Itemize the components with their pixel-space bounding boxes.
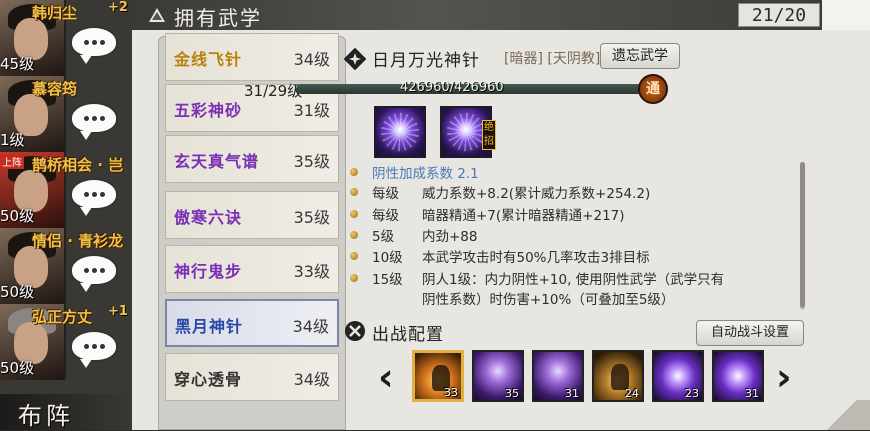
property-value: 内劲+88 — [422, 229, 478, 245]
chat-bubble-icon[interactable] — [70, 254, 118, 292]
property-value: 威力系数+8.2(累计威力系数+254.2) — [422, 186, 651, 202]
property-key: 每级 — [372, 208, 399, 224]
scroll-icon — [149, 8, 165, 22]
chat-bubble-icon[interactable] — [70, 26, 118, 64]
friend-level: 1级 — [0, 131, 25, 149]
auto-battle-settings-button[interactable]: 自动战斗设置 — [696, 320, 804, 346]
skill-count: 21/20 — [738, 3, 820, 27]
friend-item[interactable]: 情侣 · 青衫龙 50级 — [0, 228, 140, 304]
property-key: 每级 — [372, 186, 399, 202]
formation-button[interactable]: 布阵 — [0, 394, 140, 430]
slot-level: 24 — [625, 387, 639, 400]
chat-bubble-icon[interactable] — [70, 330, 118, 368]
skill-item[interactable]: 神行鬼步 33级 — [165, 245, 339, 293]
friend-item[interactable]: 慕容筠 1级 — [0, 76, 140, 152]
formation-label: 布阵 — [18, 402, 74, 430]
skill-icon[interactable] — [374, 106, 426, 158]
friend-name: 韩归尘 — [32, 4, 78, 22]
friend-item[interactable]: 韩归尘 +2 45级 — [0, 0, 140, 76]
skill-item-selected[interactable]: 黑月神针 34级 — [165, 299, 339, 347]
friend-level: 50级 — [0, 207, 35, 225]
property-value: 阴性系数）时伤害+10%（可叠加至5级） — [422, 292, 675, 308]
panel-header: 拥有武学 21/20 — [132, 0, 870, 30]
chat-bubble-icon[interactable] — [70, 178, 118, 216]
slot-level: 31 — [745, 387, 759, 400]
next-arrow-icon[interactable]: › — [776, 358, 792, 396]
friend-name: 慕容筠 — [32, 80, 78, 98]
slot-level: 31 — [565, 387, 579, 400]
page-title: 拥有武学 — [174, 6, 262, 30]
slot-level: 23 — [685, 387, 699, 400]
friend-name: 鹊桥相会 · 岂 — [32, 156, 124, 174]
chat-bubble-icon[interactable] — [70, 102, 118, 140]
property-value: 暗器精通+7(累计暗器精通+217) — [422, 208, 625, 224]
skill-level: 35级 — [293, 152, 330, 171]
skill-item[interactable]: 穿心透骨 34级 — [165, 353, 339, 401]
battle-slot[interactable]: 33 — [412, 350, 464, 402]
skill-name: 五彩神砂 — [174, 101, 243, 120]
skill-name: 傲寒六诀 — [174, 208, 243, 227]
skill-level: 34级 — [293, 370, 330, 389]
slot-level: 33 — [444, 386, 458, 399]
forget-skill-button[interactable]: 遗忘武学 — [600, 43, 680, 69]
skill-name: 金线飞针 — [174, 50, 243, 69]
friend-level: 50级 — [0, 283, 35, 301]
exp-progress-text: 426960/426960 — [400, 80, 504, 95]
friend-item[interactable]: 弘正方丈 +1 50级 — [0, 304, 140, 380]
skill-level: 33级 — [293, 262, 330, 281]
property-value: 本武学攻击时有50%几率攻击3排目标 — [422, 250, 650, 266]
cross-badge-icon — [345, 321, 365, 341]
property-key: 5级 — [372, 229, 395, 245]
cross-badge-icon — [344, 48, 366, 70]
skill-name: 神行鬼步 — [174, 262, 243, 281]
friend-extra: +1 — [108, 304, 128, 319]
skill-item[interactable]: 傲寒六诀 35级 — [165, 191, 339, 239]
skill-detail-tags: [暗器] [天阴教] — [504, 51, 601, 67]
deployed-tag: 上阵 — [0, 154, 24, 169]
battle-slot[interactable]: 31 — [532, 350, 584, 402]
friend-extra: +2 — [108, 0, 128, 15]
skill-level: 34级 — [292, 317, 329, 336]
skill-name: 穿心透骨 — [174, 370, 243, 389]
friend-name: 情侣 · 青衫龙 — [32, 232, 124, 250]
slot-level: 35 — [505, 387, 519, 400]
battle-slot[interactable]: 24 — [592, 350, 644, 402]
battle-slot[interactable]: 23 — [652, 350, 704, 402]
skill-name: 玄天真气谱 — [174, 152, 260, 171]
ultimate-label: 绝招 — [482, 120, 496, 150]
property-key: 10级 — [372, 250, 403, 266]
prev-arrow-icon[interactable]: ‹ — [378, 358, 394, 396]
friend-level: 45级 — [0, 55, 35, 73]
ultimate-skill-icon[interactable]: 绝招 — [440, 106, 496, 158]
skill-level: 34级 — [293, 50, 330, 69]
battle-slot[interactable]: 35 — [472, 350, 524, 402]
property-text: 阴性加成系数 2.1 — [372, 166, 479, 182]
skill-detail-name: 日月万光神针 — [372, 51, 480, 71]
friend-item[interactable]: 上阵 鹊桥相会 · 岂 50级 — [0, 152, 140, 228]
skill-name: 黑月神针 — [175, 317, 244, 336]
breakthrough-icon[interactable]: 通 — [638, 74, 668, 104]
skill-item[interactable]: 金线飞针 34级 — [165, 33, 339, 81]
battle-config-title: 出战配置 — [372, 325, 444, 345]
skill-level: 35级 — [293, 208, 330, 227]
friend-name: 弘正方丈 — [32, 308, 93, 326]
property-value: 阴人1级：内力阴性+10, 使用阴性武学（武学只有 — [422, 272, 725, 288]
friend-list: 韩归尘 +2 45级 慕容筠 1级 上阵 鹊桥相会 · 岂 50级 情侣 · 青… — [0, 0, 140, 400]
friend-level: 50级 — [0, 359, 35, 377]
battle-slot[interactable]: 31 — [712, 350, 764, 402]
skill-item[interactable]: 玄天真气谱 35级 — [165, 135, 339, 183]
skill-level-label: 31/29级 — [244, 82, 303, 100]
property-key: 15级 — [372, 272, 403, 288]
properties-scrollbar[interactable] — [800, 162, 805, 310]
